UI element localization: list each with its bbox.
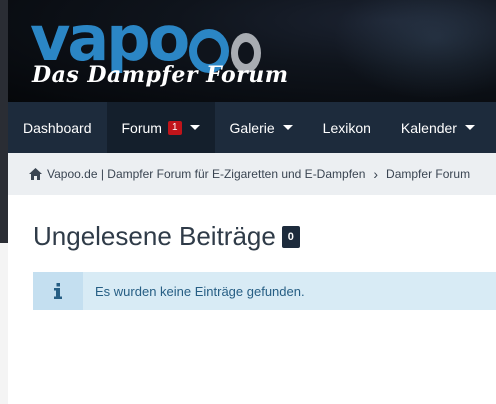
info-glyph: [54, 283, 62, 299]
unread-badge: 1: [167, 120, 182, 135]
nav-label: Dashboard: [23, 119, 92, 136]
nav-label: Forum: [121, 119, 162, 136]
caret-down-icon: [189, 125, 200, 130]
count-badge: 0: [281, 225, 300, 248]
breadcrumb: Vapoo.de | Dampfer Forum für E-Zigarette…: [8, 153, 496, 195]
caret-down-icon: [464, 125, 475, 130]
nav-item-forum[interactable]: Forum 1: [106, 102, 215, 153]
logo-wordmark: vapo: [30, 2, 190, 75]
site-tagline: Das Dampfer Forum: [32, 62, 289, 88]
main-navigation: Dashboard Forum 1 Galerie Lexikon Kalend…: [8, 102, 496, 153]
page-title-text: Ungelesene Beiträge: [33, 221, 276, 251]
nav-item-dashboard[interactable]: Dashboard: [8, 102, 107, 153]
nav-label: Kalender: [400, 119, 457, 136]
nav-item-galerie[interactable]: Galerie: [215, 102, 308, 153]
page-background-dark: [0, 0, 8, 243]
page-background-light: [0, 243, 8, 404]
breadcrumb-link-home[interactable]: Vapoo.de | Dampfer Forum für E-Zigarette…: [47, 167, 365, 181]
nav-label: Lexikon: [322, 119, 371, 136]
site-logo[interactable]: vapo: [30, 0, 262, 75]
breadcrumb-link-forum[interactable]: Dampfer Forum: [386, 167, 470, 181]
header-smoke-decoration: [316, 0, 496, 102]
info-message-text: Es wurden keine Einträge gefunden.: [95, 283, 305, 299]
nav-label: Galerie: [229, 119, 275, 136]
nav-item-lexikon[interactable]: Lexikon: [308, 102, 386, 153]
page: vapo Das Dampfer Forum Dashboard Forum 1…: [8, 0, 496, 404]
nav-item-kalender[interactable]: Kalender: [386, 102, 490, 153]
home-icon: [29, 168, 42, 180]
caret-down-icon: [282, 125, 293, 130]
info-icon: [33, 272, 83, 310]
info-message: Es wurden keine Einträge gefunden.: [33, 272, 496, 310]
chevron-right-icon: ›: [373, 166, 379, 182]
site-header: vapo Das Dampfer Forum: [8, 0, 496, 102]
page-title: Ungelesene Beiträge 0: [33, 221, 300, 252]
